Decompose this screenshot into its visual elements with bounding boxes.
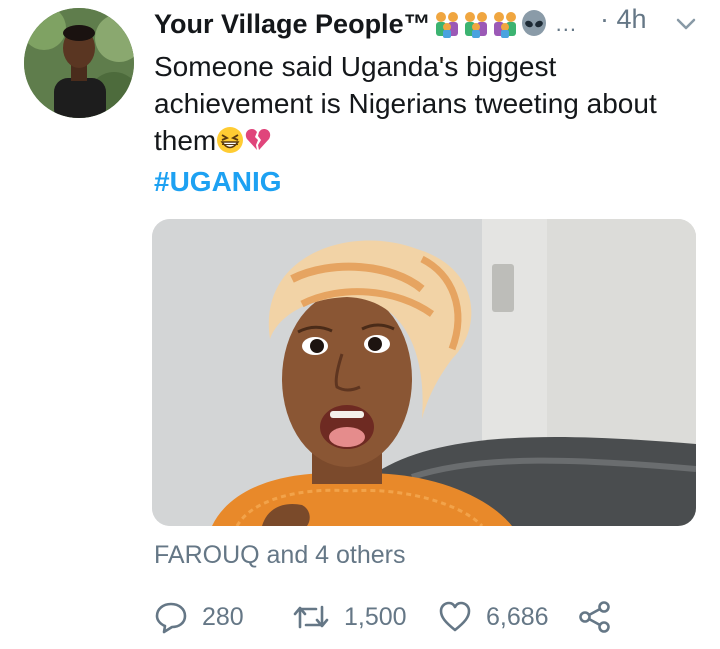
name-overflow: ...	[555, 11, 577, 36]
avatar[interactable]	[24, 8, 134, 118]
retweet-icon	[292, 600, 330, 634]
share-button[interactable]	[578, 597, 612, 637]
family-icon	[491, 10, 519, 38]
tweet: Your Village People™ ... · 4h Someone sa…	[0, 0, 720, 649]
like-button[interactable]: 6,686	[438, 597, 549, 637]
hashtag-link[interactable]: #UGANIG	[154, 166, 282, 198]
reply-button[interactable]: 280	[154, 597, 244, 637]
liked-by-text[interactable]: FAROUQ and 4 others	[154, 541, 406, 570]
family-icon	[462, 10, 490, 38]
broken-heart-icon	[244, 126, 272, 154]
like-count: 6,686	[486, 602, 549, 631]
display-name[interactable]: Your Village People™	[154, 9, 431, 40]
reply-count: 280	[202, 602, 244, 631]
family-icon	[433, 10, 461, 38]
reply-icon	[154, 600, 188, 634]
tweet-media-image[interactable]	[152, 219, 696, 526]
chevron-down-icon[interactable]	[672, 10, 700, 38]
timestamp[interactable]: · 4h	[600, 4, 647, 35]
name-emojis	[433, 10, 548, 38]
grinning-squint-icon	[216, 126, 244, 154]
heart-icon	[438, 600, 472, 634]
retweet-count: 1,500	[344, 602, 407, 631]
tweet-text: Someone said Uganda's biggest achievemen…	[154, 48, 710, 159]
share-icon	[578, 600, 612, 634]
alien-icon	[520, 10, 548, 38]
retweet-button[interactable]: 1,500	[292, 597, 407, 637]
tweet-actions: 280 1,500 6,686	[154, 597, 624, 637]
